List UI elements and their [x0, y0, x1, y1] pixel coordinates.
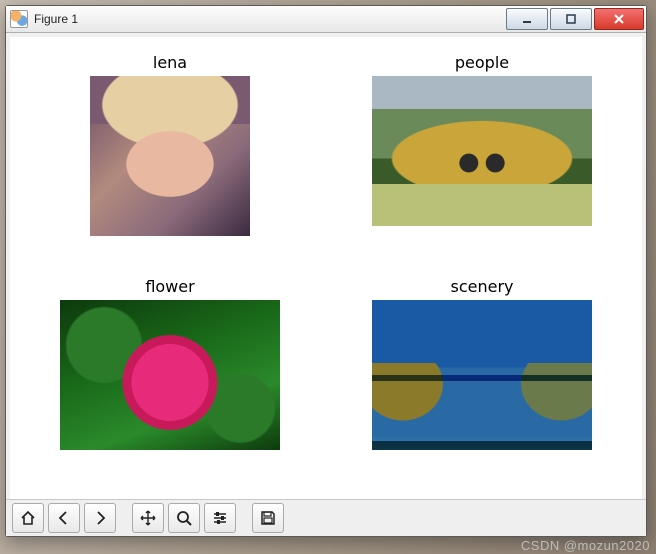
sliders-icon [211, 509, 229, 527]
subplot-title: flower [145, 277, 194, 296]
configure-button[interactable] [204, 503, 236, 533]
figure-window: Figure 1 lena people [5, 5, 647, 537]
close-icon [613, 13, 625, 25]
image-people [372, 76, 592, 226]
subplot-title: people [455, 53, 509, 72]
pan-button[interactable] [132, 503, 164, 533]
zoom-button[interactable] [168, 503, 200, 533]
app-icon [10, 10, 28, 28]
watermark: CSDN @mozun2020 [521, 539, 650, 552]
forward-button[interactable] [84, 503, 116, 533]
subplot-flower: flower [34, 277, 306, 483]
move-icon [139, 509, 157, 527]
save-icon [259, 509, 277, 527]
subplot-scenery: scenery [346, 277, 618, 483]
minimize-button[interactable] [506, 8, 548, 30]
close-button[interactable] [594, 8, 644, 30]
image-lena [90, 76, 250, 236]
maximize-button[interactable] [550, 8, 592, 30]
subplot-title: lena [153, 53, 187, 72]
home-button[interactable] [12, 503, 44, 533]
image-scenery [372, 300, 592, 450]
image-flower [60, 300, 280, 450]
subplot-people: people [346, 53, 618, 259]
figure-canvas[interactable]: lena people flower scenery [10, 37, 642, 499]
subplot-title: scenery [450, 277, 513, 296]
nav-toolbar [6, 499, 646, 536]
window-title: Figure 1 [34, 12, 78, 26]
back-button[interactable] [48, 503, 80, 533]
home-icon [19, 509, 37, 527]
titlebar[interactable]: Figure 1 [6, 6, 646, 33]
maximize-icon [565, 13, 577, 25]
arrow-left-icon [55, 509, 73, 527]
minimize-icon [521, 13, 533, 25]
zoom-icon [175, 509, 193, 527]
subplot-lena: lena [34, 53, 306, 259]
arrow-right-icon [91, 509, 109, 527]
save-button[interactable] [252, 503, 284, 533]
